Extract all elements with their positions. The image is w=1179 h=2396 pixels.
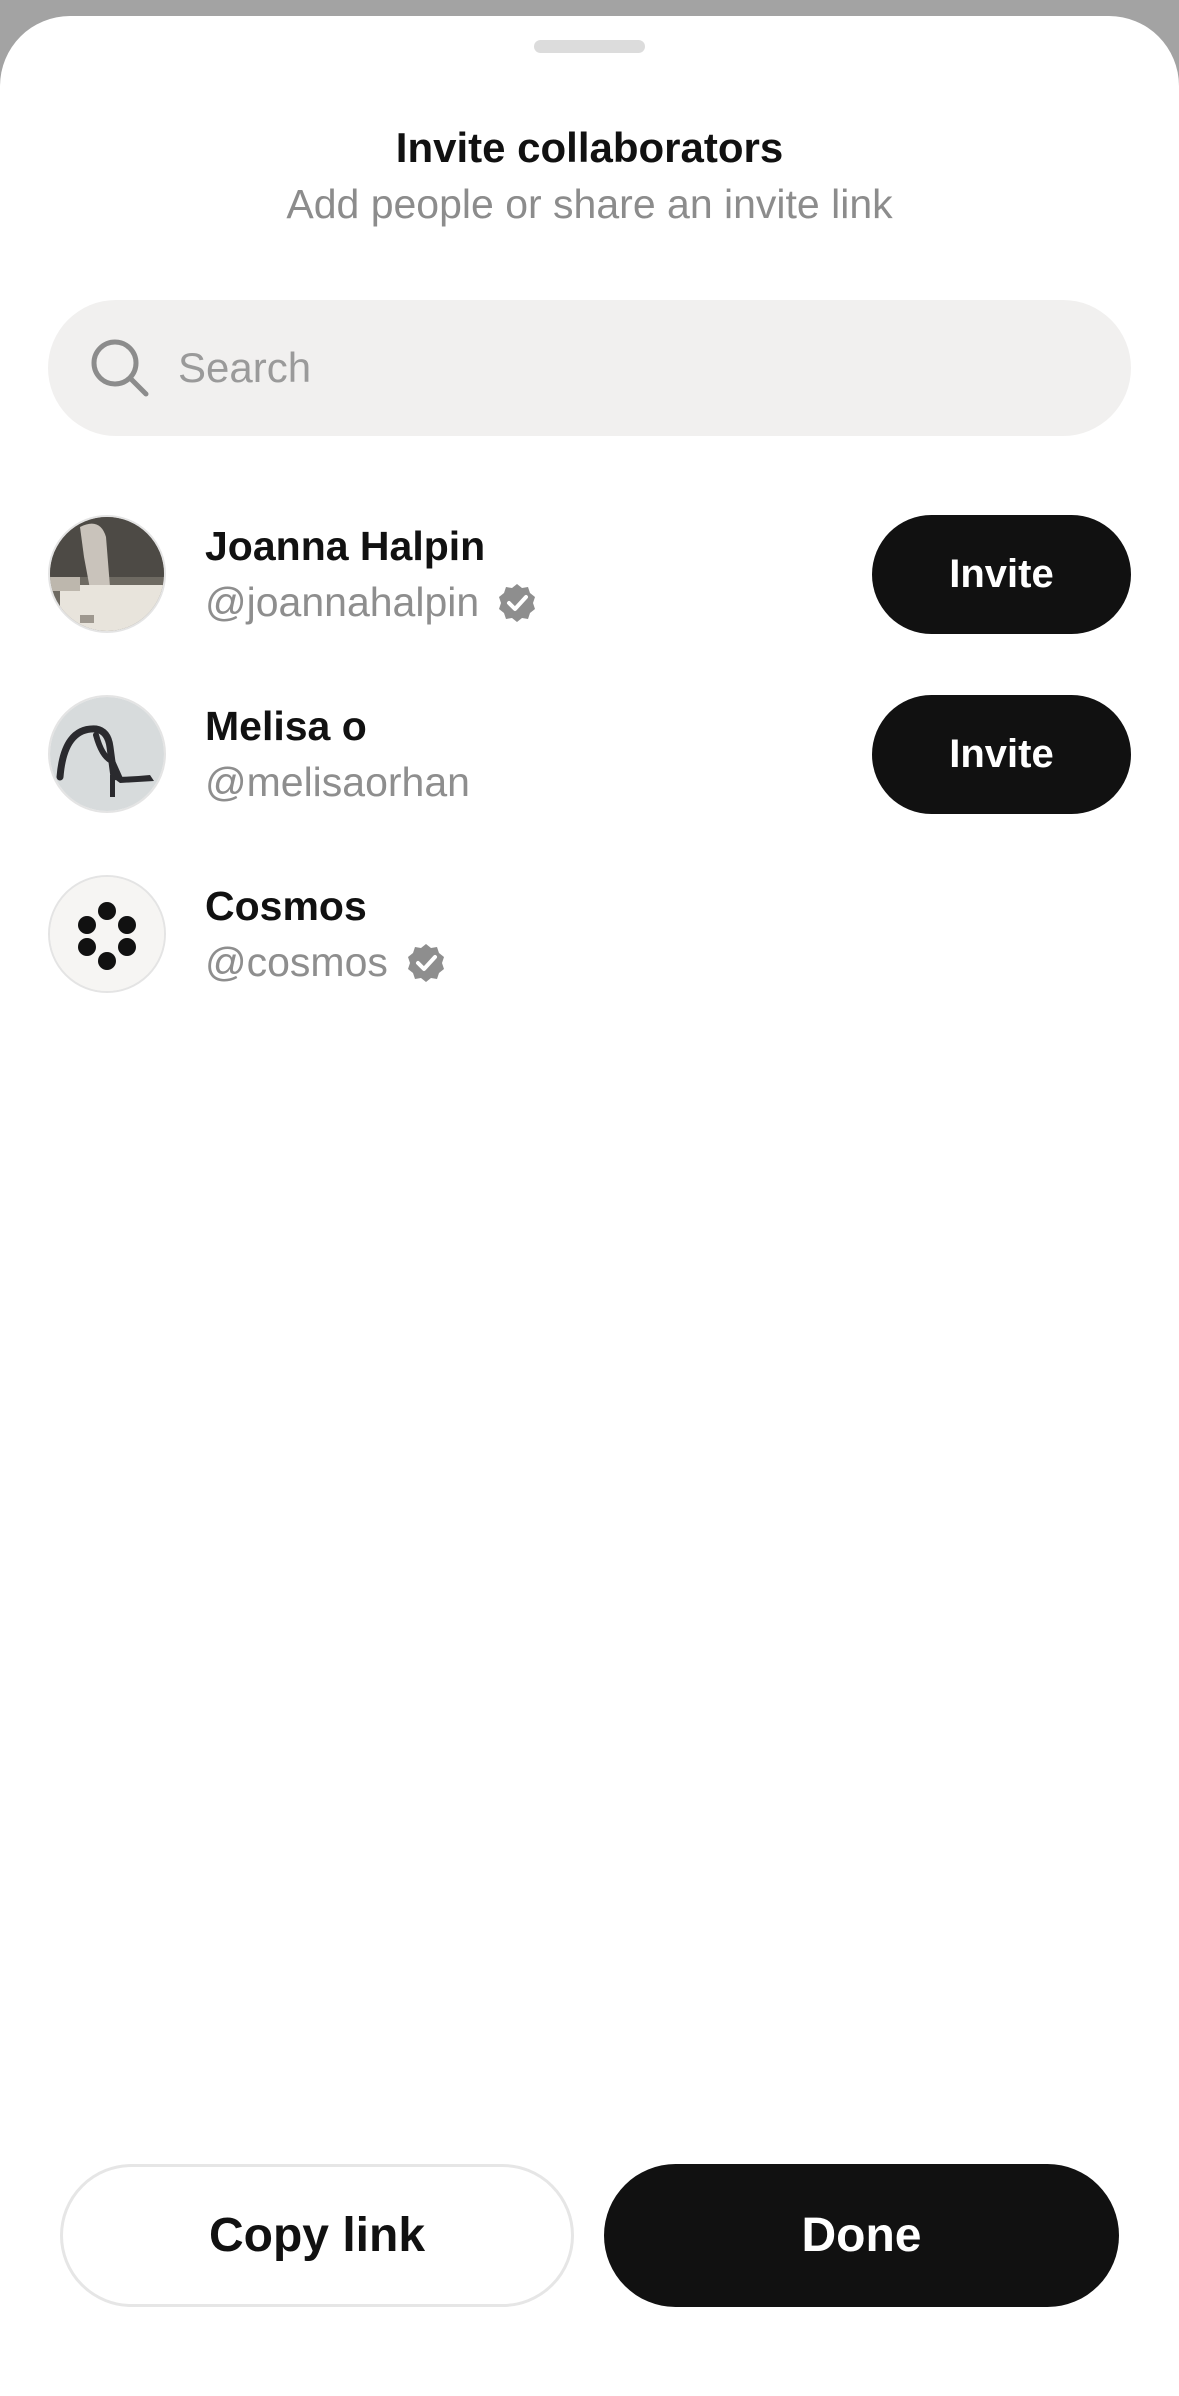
- avatar[interactable]: [48, 875, 166, 993]
- sheet-subtitle: Add people or share an invite link: [286, 181, 893, 227]
- cosmos-logo-icon: [50, 877, 164, 991]
- avatar[interactable]: [48, 695, 166, 813]
- user-handle-line: @joannahalpin: [205, 579, 537, 626]
- invite-button[interactable]: Invite: [872, 515, 1131, 634]
- user-row-cosmos[interactable]: Cosmos @cosmos: [0, 875, 1179, 995]
- user-handle: @joannahalpin: [205, 579, 480, 625]
- user-name: Joanna Halpin: [205, 523, 486, 569]
- search-input[interactable]: [178, 300, 1078, 436]
- copy-link-button[interactable]: Copy link: [60, 2164, 574, 2307]
- search-bar[interactable]: [48, 300, 1131, 436]
- search-icon: [88, 336, 152, 400]
- verified-badge-icon: [497, 583, 537, 623]
- verified-badge-icon: [406, 943, 446, 983]
- invite-button[interactable]: Invite: [872, 695, 1131, 814]
- user-row-melisaorhan[interactable]: Melisa o @melisaorhan Invite: [0, 695, 1179, 815]
- user-name: Melisa o: [205, 703, 367, 749]
- user-name: Cosmos: [205, 883, 367, 929]
- user-row-joannahalpin[interactable]: Joanna Halpin @joannahalpin Invite: [0, 515, 1179, 635]
- user-handle: @cosmos: [205, 939, 388, 985]
- user-handle-line: @melisaorhan: [205, 759, 470, 806]
- sheet-grabber[interactable]: [534, 40, 645, 53]
- user-handle-line: @cosmos: [205, 939, 446, 986]
- sheet-title: Invite collaborators: [395, 124, 784, 171]
- avatar[interactable]: [48, 515, 166, 633]
- done-button[interactable]: Done: [604, 2164, 1119, 2307]
- user-handle: @melisaorhan: [205, 759, 470, 805]
- invite-sheet: Invite collaborators Add people or share…: [0, 16, 1179, 2396]
